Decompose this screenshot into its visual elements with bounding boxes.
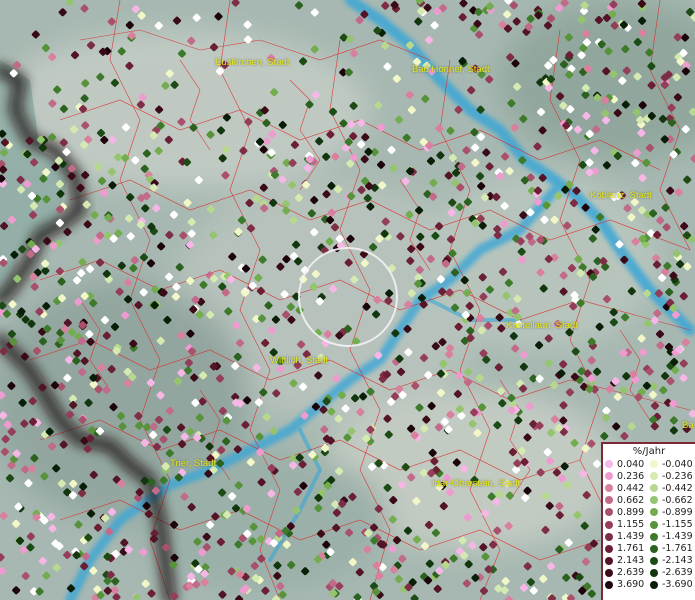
city-label-koblenz: Koblenz, Stadt <box>590 190 652 201</box>
legend-swatch-icon <box>605 484 613 493</box>
legend-value: 2.143 <box>617 555 645 567</box>
legend-positive-column: 0.040 0.236 0.442 0.662 0.899 1.155 1.439 1.761… <box>605 458 650 591</box>
legend-row: -0.442 <box>650 482 695 494</box>
legend-swatch-icon <box>650 556 658 565</box>
legend-value: -2.143 <box>662 555 693 567</box>
legend-row: 3.690 <box>605 579 650 591</box>
map-canvas[interactable] <box>0 0 695 600</box>
legend-value: -0.236 <box>662 470 693 482</box>
legend-row: -2.143 <box>650 555 695 567</box>
legend-row: 1.439 <box>605 531 650 543</box>
legend-value: 1.761 <box>617 543 645 555</box>
legend-row: -0.236 <box>650 470 695 482</box>
city-label-bad-honnef: Bad Honnef, Stadt <box>412 64 490 75</box>
legend-swatch-icon <box>605 532 613 541</box>
legend-value: -0.040 <box>662 458 693 470</box>
legend-swatch-icon <box>650 568 658 577</box>
legend-value: -1.439 <box>662 531 693 543</box>
legend-row: 0.662 <box>605 494 650 506</box>
legend-value: 0.899 <box>617 506 645 518</box>
legend-value: -0.662 <box>662 494 693 506</box>
legend-row: 2.143 <box>605 555 650 567</box>
legend-swatch-icon <box>605 508 613 517</box>
legend-value: 0.662 <box>617 494 645 506</box>
legend-swatch-icon <box>650 508 658 517</box>
legend-row: -1.155 <box>650 518 695 530</box>
legend-swatch-icon <box>605 556 613 565</box>
legend-swatch-icon <box>650 460 658 469</box>
legend-value: -0.442 <box>662 482 693 494</box>
legend-swatch-icon <box>650 472 658 481</box>
legend-row: 0.899 <box>605 506 650 518</box>
legend-row: -2.639 <box>650 567 695 579</box>
legend-title: %/Jahr <box>632 446 666 457</box>
city-label-euskirchen: Euskirchen, Stadt <box>215 57 290 68</box>
legend-negative-column: -0.040 -0.236 -0.442 -0.662 -0.899 -1.155 -1.4… <box>650 458 695 591</box>
legend-value: 0.040 <box>617 458 645 470</box>
legend-swatch-icon <box>650 496 658 505</box>
city-label-trier: Trier, Stadt <box>170 458 217 469</box>
legend-row: 1.155 <box>605 518 650 530</box>
legend-swatch-icon <box>605 580 613 589</box>
legend-value: -3.690 <box>662 579 693 591</box>
legend-row: 0.040 <box>605 458 650 470</box>
legend-value: 0.442 <box>617 482 645 494</box>
legend-swatch-icon <box>650 532 658 541</box>
legend-value: 0.236 <box>617 470 645 482</box>
legend-row: -1.439 <box>650 531 695 543</box>
legend-swatch-icon <box>650 580 658 589</box>
legend-row: -1.761 <box>650 543 695 555</box>
legend-swatch-icon <box>650 544 658 553</box>
legend-swatch-icon <box>605 520 613 529</box>
legend-row: 0.236 <box>605 470 650 482</box>
legend-value: -0.899 <box>662 506 693 518</box>
city-label-wittlich: Wittlich, Stadt <box>270 355 329 366</box>
legend-swatch-icon <box>605 496 613 505</box>
legend-swatch-icon <box>605 544 613 553</box>
city-label-partial: Ba <box>682 420 694 431</box>
city-label-kastellaun: Kastellaun, Stadt <box>506 320 578 331</box>
legend-swatch-icon <box>650 520 658 529</box>
legend-value: 1.155 <box>617 519 645 531</box>
legend-row: -0.899 <box>650 506 695 518</box>
legend-row: -3.690 <box>650 579 695 591</box>
legend-swatch-icon <box>650 484 658 493</box>
legend-row: -0.040 <box>650 458 695 470</box>
legend-row: 1.761 <box>605 543 650 555</box>
legend-value: 2.639 <box>617 567 645 579</box>
city-label-idar-oberstein: Idar-Oberstein, Stadt <box>432 478 521 489</box>
legend-value: 1.439 <box>617 531 645 543</box>
legend-swatch-icon <box>605 568 613 577</box>
legend-row: -0.662 <box>650 494 695 506</box>
legend-value: 3.690 <box>617 579 645 591</box>
legend-row: 0.442 <box>605 482 650 494</box>
legend-row: 2.639 <box>605 567 650 579</box>
legend-swatch-icon <box>605 460 613 469</box>
legend-value: -1.761 <box>662 543 693 555</box>
legend-value: -1.155 <box>662 519 693 531</box>
legend-swatch-icon <box>605 472 613 481</box>
legend-value: -2.639 <box>662 567 693 579</box>
legend: %/Jahr 0.040 0.236 0.442 0.662 0.899 1.155 1.4… <box>601 442 695 600</box>
